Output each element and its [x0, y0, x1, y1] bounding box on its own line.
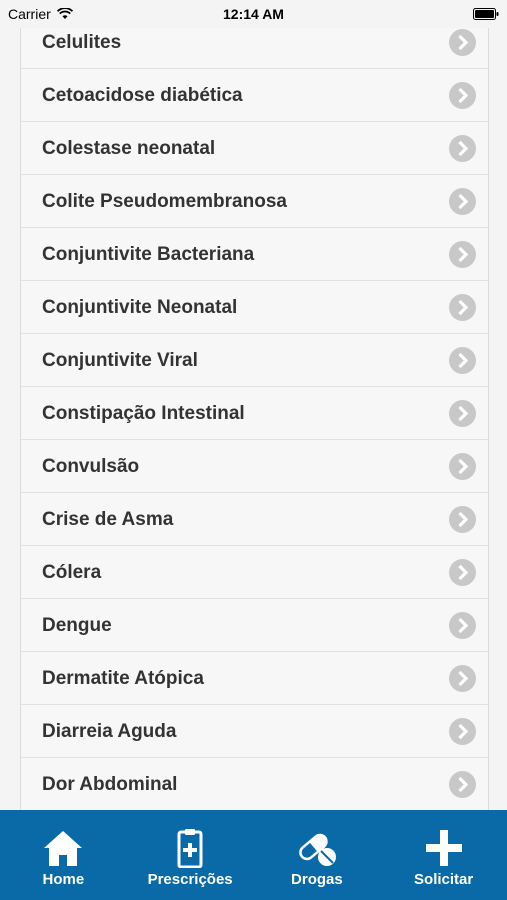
tab-home[interactable]: Home	[0, 810, 127, 900]
list-item-label: Dor Abdominal	[42, 774, 178, 795]
list-item[interactable]: Dermatite Atópica	[21, 652, 488, 705]
list-item-label: Colite Pseudomembranosa	[42, 191, 287, 212]
chevron-right-icon	[449, 294, 476, 321]
list-item-label: Conjuntivite Viral	[42, 350, 198, 371]
list-item-label: Cetoacidose diabética	[42, 85, 243, 106]
list-item[interactable]: Colestase neonatal	[21, 122, 488, 175]
tab-home-label: Home	[42, 871, 85, 888]
list-item[interactable]: Dengue	[21, 599, 488, 652]
chevron-right-icon	[449, 29, 476, 56]
chevron-right-icon	[449, 347, 476, 374]
chevron-right-icon	[449, 82, 476, 109]
chevron-right-icon	[449, 241, 476, 268]
status-time: 12:14 AM	[223, 6, 284, 22]
chevron-right-icon	[449, 188, 476, 215]
list-item[interactable]: Convulsão	[21, 440, 488, 493]
chevron-right-icon	[449, 506, 476, 533]
list-item-label: Cólera	[42, 562, 102, 583]
list-item[interactable]: Colite Pseudomembranosa	[21, 175, 488, 228]
tab-solicitar[interactable]: Solicitar	[380, 810, 507, 900]
list-item[interactable]: Conjuntivite Viral	[21, 334, 488, 387]
battery-icon	[473, 8, 499, 20]
tab-solicitar-label: Solicitar	[414, 871, 474, 888]
list-item[interactable]: Cetoacidose diabética	[21, 69, 488, 122]
pills-icon	[299, 833, 336, 866]
list-item-label: Conjuntivite Neonatal	[42, 297, 238, 318]
chevron-right-icon	[449, 453, 476, 480]
list-item-label: Colestase neonatal	[42, 138, 216, 159]
home-icon	[44, 831, 83, 866]
chevron-right-icon	[449, 771, 476, 798]
list-item[interactable]: Dor Abdominal	[21, 758, 488, 810]
tab-prescricoes[interactable]: Prescrições	[127, 810, 254, 900]
clipboard-icon	[177, 829, 203, 868]
list-item-label: Conjuntivite Bacteriana	[42, 244, 255, 265]
list-item[interactable]: Crise de Asma	[21, 493, 488, 546]
list-item[interactable]: Diarreia Aguda	[21, 705, 488, 758]
chevron-right-icon	[449, 135, 476, 162]
tab-drogas[interactable]: Drogas	[254, 810, 381, 900]
list-item-label: Convulsão	[42, 456, 140, 477]
list-item[interactable]: Conjuntivite Bacteriana	[21, 228, 488, 281]
tab-bar: Home Prescrições Drogas Solicitar	[0, 810, 507, 900]
chevron-right-icon	[449, 559, 476, 586]
list-item[interactable]: Conjuntivite Neonatal	[21, 281, 488, 334]
chevron-right-icon	[449, 665, 476, 692]
chevron-right-icon	[449, 612, 476, 639]
list-item[interactable]: Cólera	[21, 546, 488, 599]
list-item-label: Dermatite Atópica	[42, 668, 204, 689]
condition-list: Celulites Cetoacidose diabética Colestas…	[20, 16, 489, 810]
tab-prescricoes-label: Prescrições	[147, 871, 233, 888]
chevron-right-icon	[449, 400, 476, 427]
tab-drogas-label: Drogas	[291, 871, 343, 888]
list-item-label: Crise de Asma	[42, 509, 174, 530]
list-item-label: Constipação Intestinal	[42, 403, 245, 424]
plus-icon	[425, 830, 462, 866]
status-bar: Carrier 12:14 AM	[0, 0, 507, 28]
list-item[interactable]: Constipação Intestinal	[21, 387, 488, 440]
list-item-label: Dengue	[42, 615, 112, 636]
list-item-label: Diarreia Aguda	[42, 721, 177, 742]
chevron-right-icon	[449, 718, 476, 745]
